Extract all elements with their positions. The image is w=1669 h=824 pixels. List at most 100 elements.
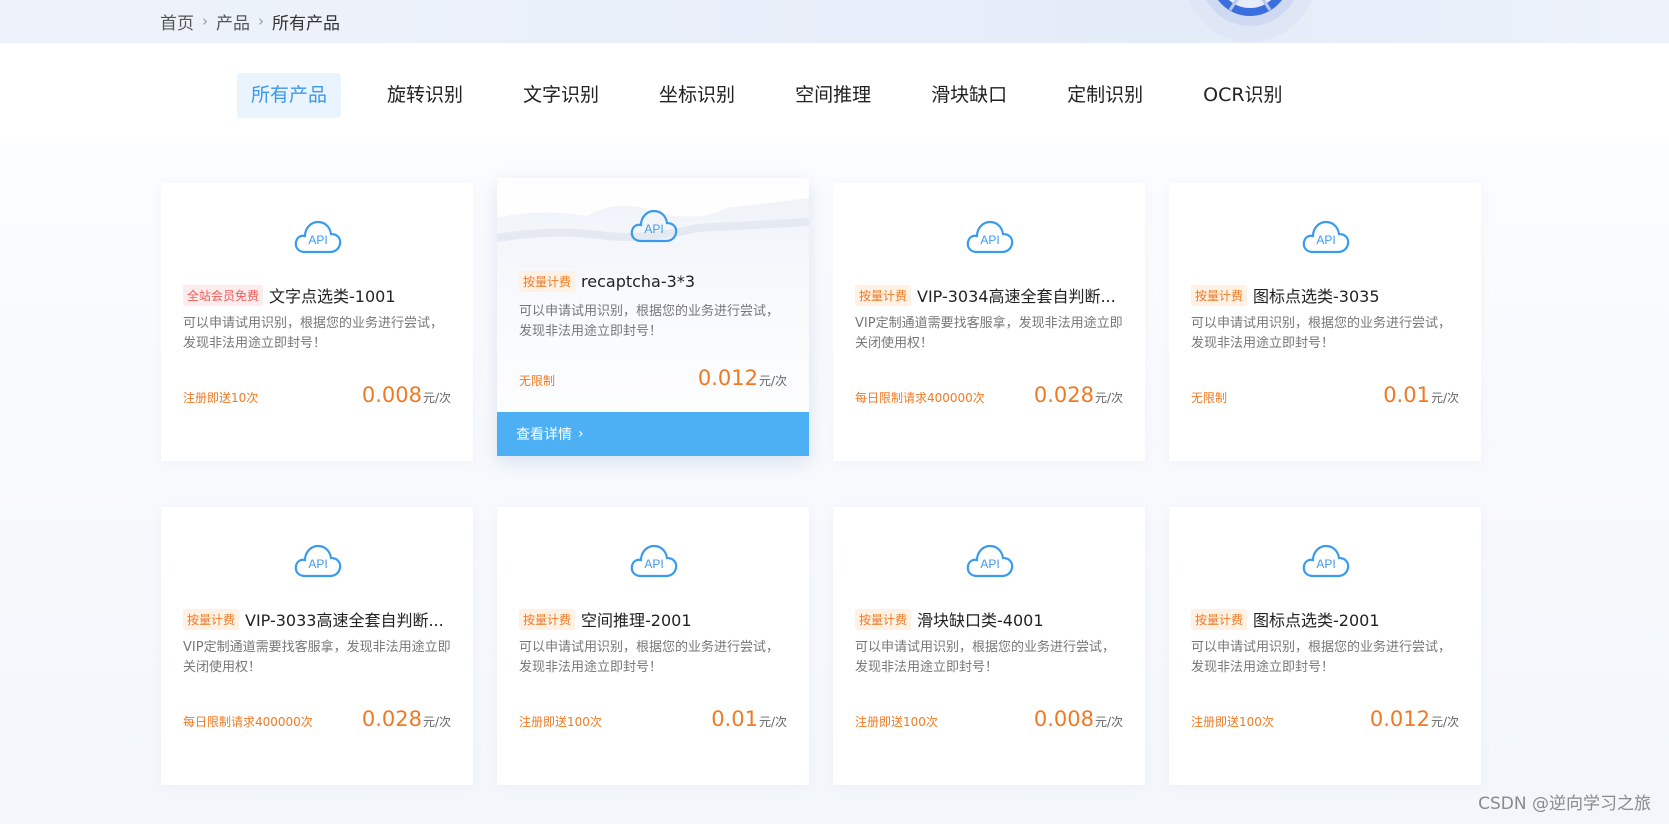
pricing-badge: 按量计费 (519, 271, 576, 292)
product-card[interactable]: API 按量计费 滑块缺口类-4001 可以申请试用识别，根据您的业务进行尝试，… (833, 507, 1145, 785)
price: 0.028元/次 (1034, 383, 1123, 407)
product-card[interactable]: API 按量计费 图标点选类-3035 可以申请试用识别，根据您的业务进行尝试，… (1169, 183, 1481, 461)
price: 0.008元/次 (1034, 707, 1123, 731)
api-label: API (644, 557, 664, 571)
card-footer: 无限制 0.01元/次 (1191, 383, 1459, 407)
price: 0.012元/次 (698, 366, 787, 390)
tab-text[interactable]: 文字识别 (509, 73, 613, 118)
product-name[interactable]: 图标点选类-2001 (1253, 607, 1380, 631)
product-name[interactable]: 图标点选类-3035 (1253, 283, 1380, 307)
product-name[interactable]: recaptcha-3*3 (581, 272, 695, 291)
breadcrumb-current: 所有产品 (272, 13, 340, 34)
api-cloud-icon: API (630, 543, 678, 579)
category-tabs: 所有产品 旋转识别 文字识别 坐标识别 空间推理 滑块缺口 定制识别 OCR识别 (237, 73, 1297, 118)
quota-note: 注册即送100次 (519, 715, 602, 729)
price: 0.028元/次 (362, 707, 451, 731)
price-unit: 元/次 (758, 374, 787, 388)
product-description: 可以申请试用识别，根据您的业务进行尝试，发现非法用途立即封号！ (1191, 640, 1452, 675)
quota-note: 每日限制请求400000次 (183, 715, 313, 729)
pricing-badge: 按量计费 (519, 608, 576, 630)
quota-note: 每日限制请求400000次 (855, 391, 985, 405)
breadcrumb-products[interactable]: 产品 (216, 9, 250, 34)
card-title-row: 按量计费 图标点选类-3035 (1191, 283, 1463, 307)
price-unit: 元/次 (422, 715, 451, 729)
product-card[interactable]: API 全站会员免费 文字点选类-1001 可以申请试用识别，根据您的业务进行尝… (161, 183, 473, 461)
card-title-row: 按量计费 滑块缺口类-4001 (855, 607, 1127, 631)
price-unit: 元/次 (1430, 391, 1459, 405)
price-value: 0.012 (697, 366, 758, 390)
api-cloud-icon: API (294, 219, 342, 255)
product-card[interactable]: API 按量计费 recaptcha-3*3 可以申请试用识别，根据您的业务进行… (497, 178, 809, 456)
price-value: 0.01 (711, 707, 758, 731)
card-footer: 每日限制请求400000次 0.028元/次 (183, 707, 451, 731)
card-title-row: 全站会员免费 文字点选类-1001 (183, 283, 455, 307)
price-value: 0.008 (1033, 707, 1094, 731)
tab-slider[interactable]: 滑块缺口 (917, 73, 1021, 118)
price-value: 0.01 (1383, 383, 1430, 407)
tab-all-products[interactable]: 所有产品 (237, 73, 342, 118)
price: 0.01元/次 (711, 707, 787, 731)
product-description: VIP定制通道需要找客服拿，发现非法用途立即关闭使用权！ (855, 316, 1123, 351)
product-card[interactable]: API 按量计费 VIP-3033高速全套自判断... VIP定制通道需要找客服… (161, 507, 473, 785)
card-title-row: 按量计费 recaptcha-3*3 (519, 271, 791, 292)
quota-note: 注册即送100次 (855, 715, 938, 729)
price-value: 0.012 (1369, 707, 1430, 731)
quota-note: 无限制 (519, 374, 556, 388)
breadcrumb-home[interactable]: 首页 (160, 9, 194, 34)
api-cloud-icon: API (630, 208, 678, 244)
pricing-badge: 按量计费 (183, 608, 240, 630)
tab-spatial[interactable]: 空间推理 (781, 73, 885, 118)
view-details-label: 查看详情 (516, 427, 572, 443)
tab-ocr[interactable]: OCR识别 (1189, 73, 1296, 118)
product-card[interactable]: API 按量计费 VIP-3034高速全套自判断... VIP定制通道需要找客服… (833, 183, 1145, 461)
card-footer: 注册即送100次 0.012元/次 (1191, 707, 1459, 731)
api-label: API (980, 557, 1000, 571)
price: 0.012元/次 (1370, 707, 1459, 731)
api-cloud-icon: API (966, 543, 1014, 579)
product-description: 可以申请试用识别，根据您的业务进行尝试，发现非法用途立即封号！ (183, 316, 444, 351)
product-card[interactable]: API 按量计费 图标点选类-2001 可以申请试用识别，根据您的业务进行尝试，… (1169, 507, 1481, 785)
quota-note: 无限制 (1191, 391, 1228, 405)
chevron-right-icon: › (258, 12, 264, 30)
card-title-row: 按量计费 VIP-3033高速全套自判断... (183, 607, 455, 631)
pricing-badge: 按量计费 (1191, 608, 1248, 630)
view-details-button[interactable]: 查看详情 › (497, 412, 809, 456)
api-label: API (1316, 233, 1336, 247)
price-unit: 元/次 (758, 715, 787, 729)
api-cloud-icon: API (294, 543, 342, 579)
tab-rotation[interactable]: 旋转识别 (373, 73, 477, 118)
product-name[interactable]: VIP-3034高速全套自判断... (917, 283, 1116, 307)
product-card[interactable]: API 按量计费 空间推理-2001 可以申请试用识别，根据您的业务进行尝试，发… (497, 507, 809, 785)
price-unit: 元/次 (1430, 715, 1459, 729)
tab-custom[interactable]: 定制识别 (1053, 73, 1157, 118)
quota-note: 注册即送100次 (1191, 715, 1274, 729)
card-footer: 无限制 0.012元/次 (519, 366, 787, 390)
api-cloud-icon: API (1302, 543, 1350, 579)
header-banner: 首页 › 产品 › 所有产品 (0, 0, 1669, 43)
api-cloud-icon: API (1302, 219, 1350, 255)
price-value: 0.028 (1033, 383, 1094, 407)
card-footer: 注册即送100次 0.008元/次 (855, 707, 1123, 731)
price: 0.008元/次 (362, 383, 451, 407)
quota-note: 注册即送10次 (183, 391, 259, 405)
watermark: CSDN @逆向学习之旅 (1478, 794, 1651, 814)
product-name[interactable]: 文字点选类-1001 (269, 283, 396, 307)
tab-coordinate[interactable]: 坐标识别 (645, 73, 749, 118)
breadcrumb: 首页 › 产品 › 所有产品 (160, 8, 340, 34)
api-label: API (644, 222, 664, 236)
price-unit: 元/次 (422, 391, 451, 405)
api-cloud-icon: API (966, 219, 1014, 255)
price-unit: 元/次 (1094, 391, 1123, 405)
card-title-row: 按量计费 图标点选类-2001 (1191, 607, 1463, 631)
price-unit: 元/次 (1094, 715, 1123, 729)
product-name[interactable]: 滑块缺口类-4001 (917, 607, 1044, 631)
pricing-badge: 按量计费 (855, 608, 912, 630)
product-description: 可以申请试用识别，根据您的业务进行尝试，发现非法用途立即封号！ (519, 640, 780, 675)
api-label: API (308, 557, 328, 571)
product-description: 可以申请试用识别，根据您的业务进行尝试，发现非法用途立即封号！ (519, 304, 780, 339)
product-description: VIP定制通道需要找客服拿，发现非法用途立即关闭使用权！ (183, 640, 451, 675)
card-title-row: 按量计费 空间推理-2001 (519, 607, 791, 631)
product-name[interactable]: 空间推理-2001 (581, 607, 692, 631)
price-value: 0.008 (361, 383, 422, 407)
product-name[interactable]: VIP-3033高速全套自判断... (245, 607, 444, 631)
